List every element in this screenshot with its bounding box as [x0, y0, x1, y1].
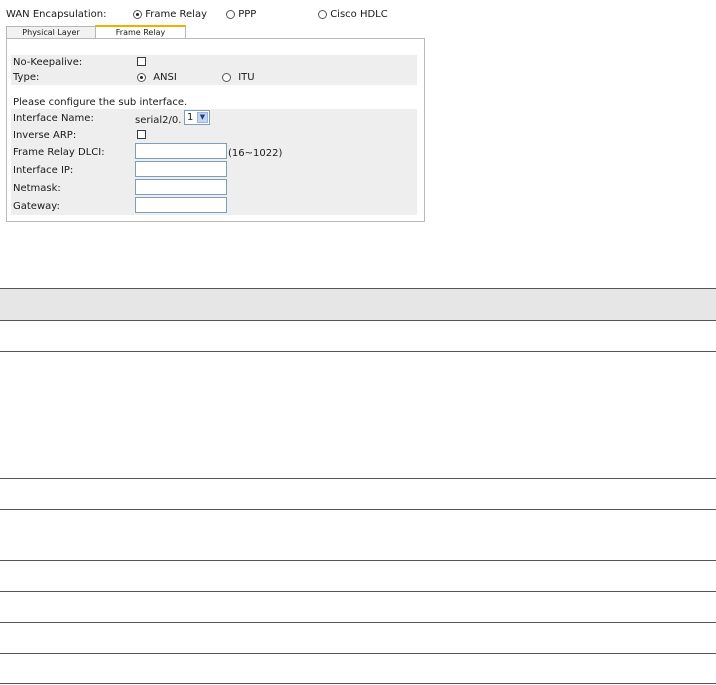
table-rule: [0, 288, 716, 289]
inverse-arp-label: Inverse ARP:: [13, 130, 77, 141]
dlci-label: Frame Relay DLCI:: [13, 147, 105, 158]
interface-number-select[interactable]: 1 ▼: [184, 110, 210, 125]
gateway-label: Gateway:: [13, 201, 60, 212]
type-option-ansi-label: ANSI: [153, 72, 177, 83]
radio-selected-icon[interactable]: [133, 9, 142, 19]
type-label: Type:: [13, 72, 40, 83]
radio-unselected-icon[interactable]: [318, 9, 327, 19]
table-rule: [0, 591, 716, 592]
wan-option-frame-relay[interactable]: Frame Relay: [133, 9, 207, 20]
no-keepalive-label: No-Keepalive:: [13, 57, 83, 68]
interface-ip-input[interactable]: [135, 161, 227, 177]
gateway-input[interactable]: [135, 197, 227, 213]
interface-ip-label: Interface IP:: [13, 165, 74, 176]
chevron-down-icon[interactable]: ▼: [197, 112, 208, 123]
dlci-range-hint: (16~1022): [228, 148, 283, 159]
tab-frame-relay[interactable]: Frame Relay: [95, 25, 186, 38]
table-rule: [0, 683, 716, 684]
table-rule: [0, 509, 716, 510]
radio-unselected-icon[interactable]: [226, 9, 235, 19]
table-rule: [0, 622, 716, 623]
table-rule: [0, 653, 716, 654]
wan-encapsulation-label: WAN Encapsulation:: [6, 9, 107, 20]
netmask-label: Netmask:: [13, 183, 61, 194]
inverse-arp-checkbox[interactable]: [137, 130, 146, 139]
wan-option-ppp-label: PPP: [238, 9, 257, 20]
type-option-itu-label: ITU: [238, 72, 255, 83]
interface-number-value: 1: [187, 112, 194, 123]
wan-option-frame-relay-label: Frame Relay: [145, 9, 207, 20]
interface-name-label: Interface Name:: [13, 113, 94, 124]
wan-option-cisco-hdlc-label: Cisco HDLC: [330, 9, 388, 20]
no-keepalive-checkbox[interactable]: [137, 57, 146, 66]
wan-option-cisco-hdlc[interactable]: Cisco HDLC: [318, 9, 388, 20]
interface-prefix: serial2/0.: [135, 115, 182, 126]
wan-option-ppp[interactable]: PPP: [226, 9, 256, 20]
type-option-itu[interactable]: ITU: [222, 72, 255, 83]
radio-unselected-icon[interactable]: [222, 72, 231, 82]
table-rule: [0, 560, 716, 561]
table-rule: [0, 478, 716, 479]
tab-physical-layer[interactable]: Physical Layer: [6, 26, 96, 38]
radio-selected-icon[interactable]: [137, 72, 146, 82]
type-option-ansi[interactable]: ANSI: [137, 72, 177, 83]
sub-interface-note: Please configure the sub interface.: [13, 97, 188, 108]
table-rule: [0, 320, 716, 321]
table-rule: [0, 351, 716, 352]
dlci-input[interactable]: [135, 143, 227, 159]
netmask-input[interactable]: [135, 179, 227, 195]
table-header-band: [0, 288, 716, 320]
